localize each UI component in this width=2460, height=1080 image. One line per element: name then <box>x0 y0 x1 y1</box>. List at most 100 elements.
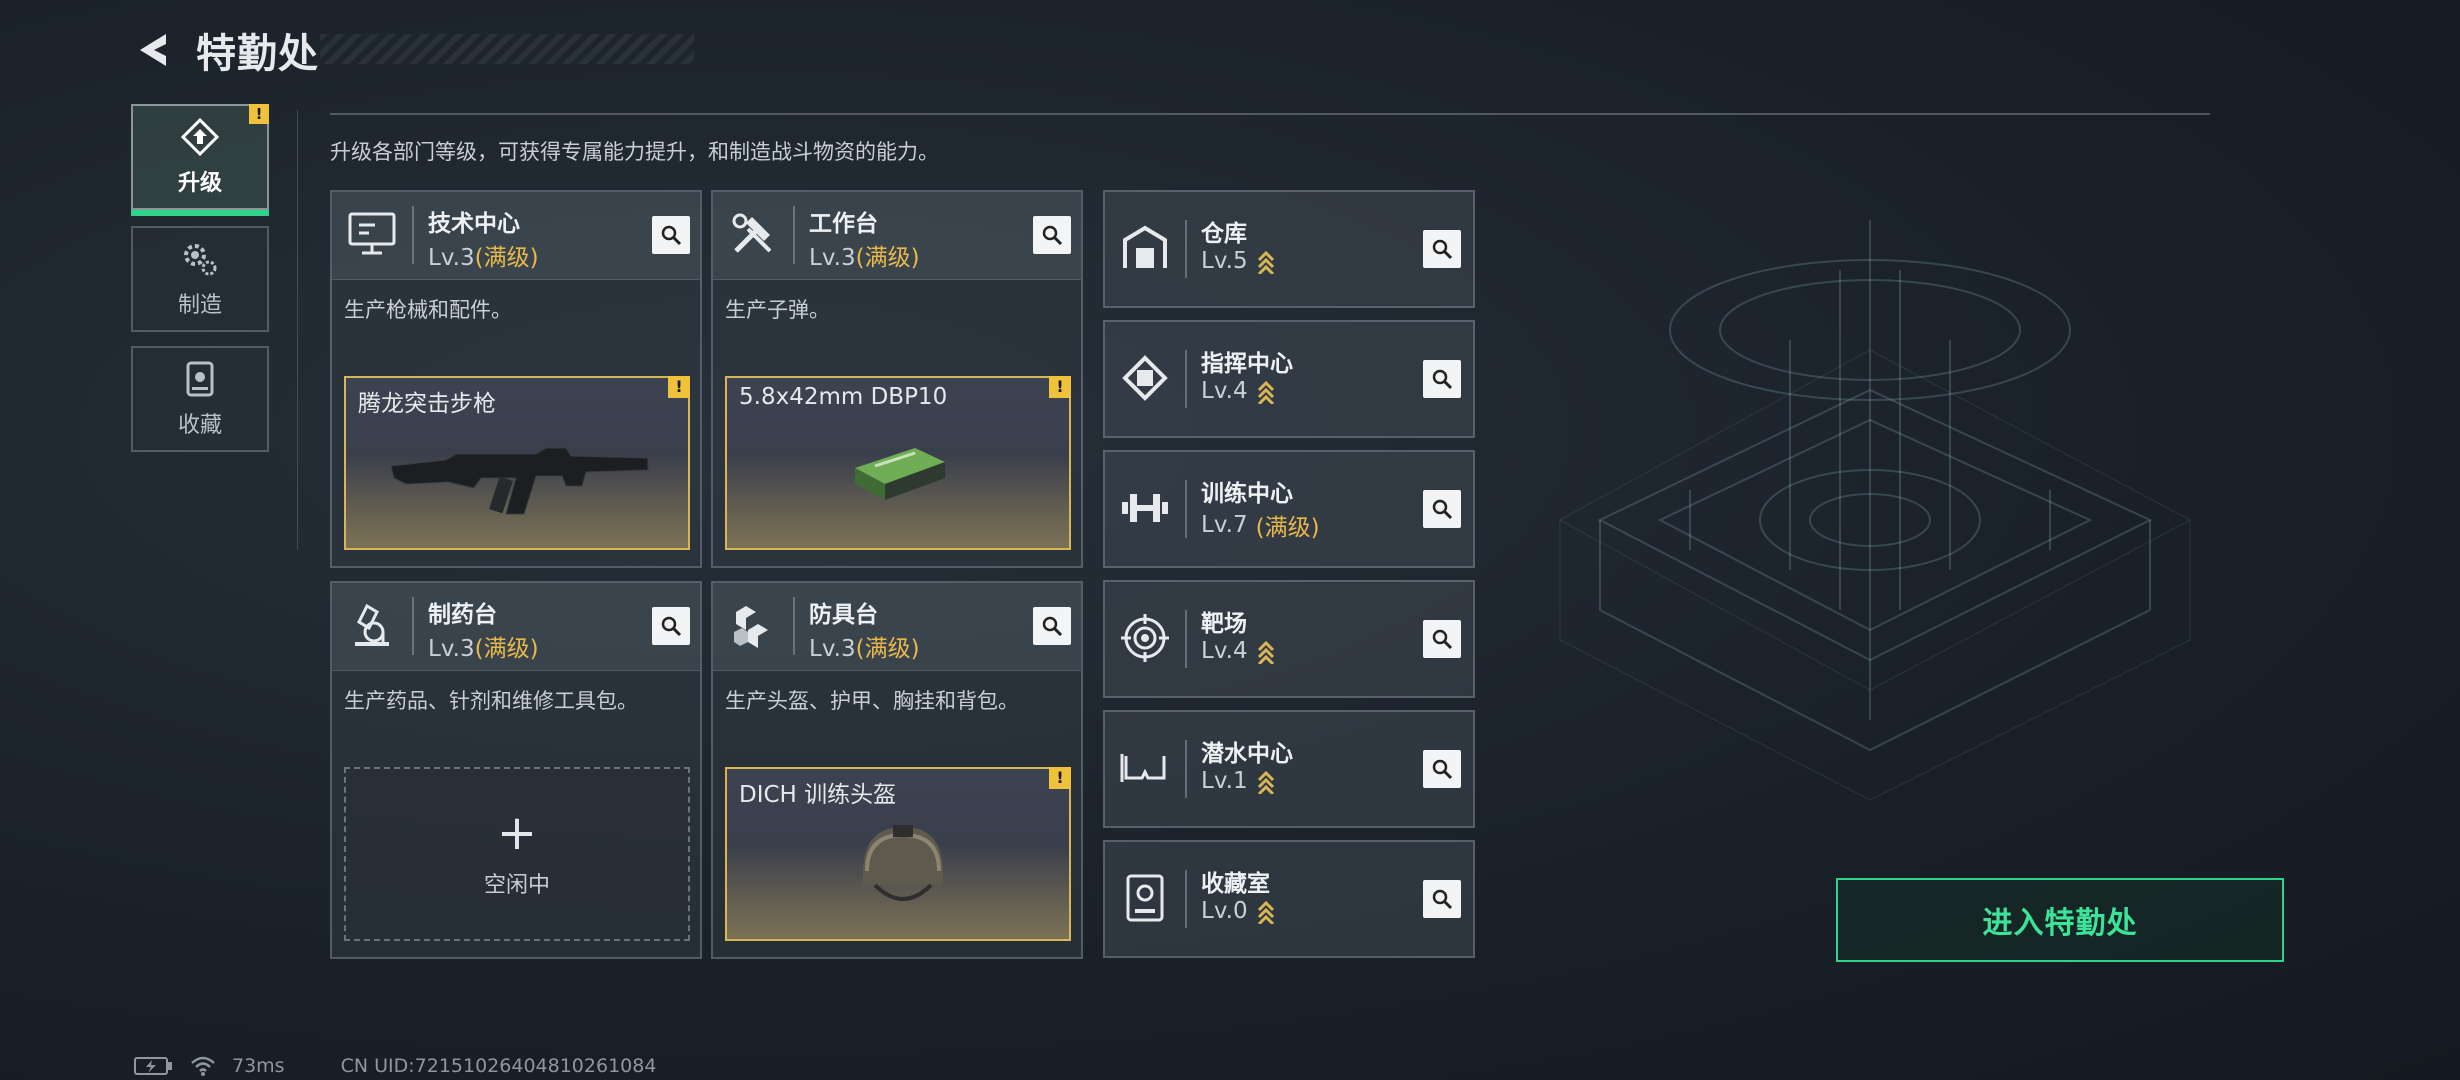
back-arrow-icon[interactable] <box>130 26 178 74</box>
facility-name: 工作台 <box>809 211 878 237</box>
alert-badge: ! <box>1049 767 1071 789</box>
tab-craft[interactable]: 制造 <box>131 226 269 332</box>
facility-description: 生产子弹。 <box>725 298 830 322</box>
microscope-icon <box>344 597 400 653</box>
search-icon[interactable] <box>1423 620 1461 658</box>
search-icon[interactable] <box>1423 490 1461 528</box>
idle-label: 空闲中 <box>483 873 550 898</box>
monitor-icon <box>344 206 400 262</box>
alert-badge: ! <box>249 104 269 124</box>
facility-card-training-center[interactable]: 训练中心 Lv.7 (满级) <box>1103 450 1475 568</box>
status-bar: 73ms CN UID:72151026404810261084 <box>134 1055 656 1077</box>
upgrade-chevron-icon <box>1257 640 1274 664</box>
facility-level: Lv.4 <box>1201 638 1276 664</box>
facility-name: 靶场 <box>1201 611 1247 637</box>
enter-special-ops-button[interactable]: 进入特勤处 <box>1836 878 2284 962</box>
item-name: DICH 训练头盔 <box>739 782 897 808</box>
max-level-tag: (满级) <box>474 245 539 271</box>
search-icon[interactable] <box>1033 216 1071 254</box>
player-uid: CN UID:72151026404810261084 <box>340 1055 657 1077</box>
upgrade-chevron-icon <box>1257 250 1274 274</box>
tools-icon <box>725 206 781 262</box>
building-wireframe <box>1558 220 2192 801</box>
facility-card-armor-bench[interactable]: 防具台 Lv.3(满级) 生产头盔、护甲、胸挂和背包。 ! DICH 训练头盔 <box>711 581 1083 959</box>
tab-label: 收藏 <box>177 413 222 438</box>
facility-card-pharmacy[interactable]: 制药台 Lv.3(满级) 生产药品、针剂和维修工具包。 + 空闲中 <box>330 581 702 959</box>
facility-name: 技术中心 <box>428 211 520 237</box>
rifle-icon <box>390 447 649 515</box>
max-level-tag: (满级) <box>855 636 920 662</box>
dumbbell-icon <box>1117 480 1173 536</box>
search-icon[interactable] <box>652 607 690 645</box>
item-name: 5.8x42mm DBP10 <box>739 384 948 410</box>
target-icon <box>1117 610 1173 666</box>
ping-value: 73ms <box>232 1055 285 1077</box>
helmet-icon <box>863 825 943 901</box>
title-stripes <box>320 34 694 64</box>
upgrade-chevron-icon <box>1257 380 1274 404</box>
facility-description: 生产头盔、护甲、胸挂和背包。 <box>725 689 1019 713</box>
search-icon[interactable] <box>652 216 690 254</box>
max-level-tag: (满级) <box>1255 515 1320 541</box>
search-icon[interactable] <box>1423 230 1461 268</box>
enter-button-label: 进入特勤处 <box>1982 906 2138 941</box>
divider <box>330 113 2210 115</box>
facility-name: 防具台 <box>809 602 878 628</box>
facility-name: 仓库 <box>1201 221 1247 247</box>
facility-name: 制药台 <box>428 602 497 628</box>
facility-name: 收藏室 <box>1201 871 1270 897</box>
divider <box>297 110 298 550</box>
facility-description: 生产枪械和配件。 <box>344 298 512 322</box>
tab-collection[interactable]: 收藏 <box>131 346 269 452</box>
facility-name: 训练中心 <box>1201 481 1293 507</box>
card-header: 制药台 Lv.3(满级) <box>332 583 700 671</box>
warehouse-icon <box>1117 220 1173 276</box>
facility-level: Lv.5 <box>1201 248 1276 274</box>
facility-description: 生产药品、针剂和维修工具包。 <box>344 689 638 713</box>
facility-level: Lv.3(满级) <box>809 245 920 271</box>
facility-level: Lv.4 <box>1201 378 1276 404</box>
card-header: 防具台 Lv.3(满级) <box>713 583 1081 671</box>
tab-label: 制造 <box>177 293 222 318</box>
header: 特勤处 <box>130 22 694 78</box>
production-slot[interactable]: ! DICH 训练头盔 <box>725 767 1071 941</box>
ammo-box-icon <box>855 448 945 500</box>
trophy-case-icon <box>1117 870 1173 926</box>
plus-icon: + <box>496 805 538 861</box>
production-slot[interactable]: ! 5.8x42mm DBP10 <box>725 376 1071 550</box>
tab-upgrade[interactable]: ! 升级 <box>131 104 269 216</box>
facility-card-command-center[interactable]: 指挥中心 Lv.4 <box>1103 320 1475 438</box>
facility-card-collection-room[interactable]: 收藏室 Lv.0 <box>1103 840 1475 958</box>
gears-icon <box>184 244 217 276</box>
facility-level: Lv.3(满级) <box>428 245 539 271</box>
facility-card-shooting-range[interactable]: 靶场 Lv.4 <box>1103 580 1475 698</box>
empty-production-slot[interactable]: + 空闲中 <box>344 767 690 941</box>
facility-card-workbench[interactable]: 工作台 Lv.3(满级) 生产子弹。 ! 5.8x42mm DBP10 <box>711 190 1083 568</box>
upgrade-chevron-icon <box>1257 770 1274 794</box>
search-icon[interactable] <box>1423 880 1461 918</box>
boxes-icon <box>725 597 781 653</box>
page-description: 升级各部门等级，可获得专属能力提升，和制造战斗物资的能力。 <box>330 140 939 164</box>
max-level-tag: (满级) <box>855 245 920 271</box>
facility-level: Lv.1 <box>1201 768 1276 794</box>
search-icon[interactable] <box>1033 607 1071 645</box>
card-header: 工作台 Lv.3(满级) <box>713 192 1081 280</box>
wifi-icon <box>191 1056 215 1076</box>
card-header: 技术中心 Lv.3(满级) <box>332 192 700 280</box>
search-icon[interactable] <box>1423 360 1461 398</box>
search-icon[interactable] <box>1423 750 1461 788</box>
facility-card-tech-center[interactable]: 技术中心 Lv.3(满级) 生产枪械和配件。 ! 腾龙突击步枪 <box>330 190 702 568</box>
facility-card-diving-center[interactable]: 潜水中心 Lv.1 <box>1103 710 1475 828</box>
facility-level: Lv.3(满级) <box>809 636 920 662</box>
collection-icon <box>186 361 214 397</box>
upgrade-chevron-icon <box>1257 900 1274 924</box>
page-title: 特勤处 <box>196 31 319 77</box>
tab-label: 升级 <box>177 171 222 196</box>
facility-card-warehouse[interactable]: 仓库 Lv.5 <box>1103 190 1475 308</box>
facility-name: 指挥中心 <box>1201 351 1293 377</box>
alert-badge: ! <box>668 376 690 398</box>
production-slot[interactable]: ! 腾龙突击步枪 <box>344 376 690 550</box>
item-name: 腾龙突击步枪 <box>358 391 496 417</box>
chip-icon <box>1117 350 1173 406</box>
facility-level: Lv.3(满级) <box>428 636 539 662</box>
